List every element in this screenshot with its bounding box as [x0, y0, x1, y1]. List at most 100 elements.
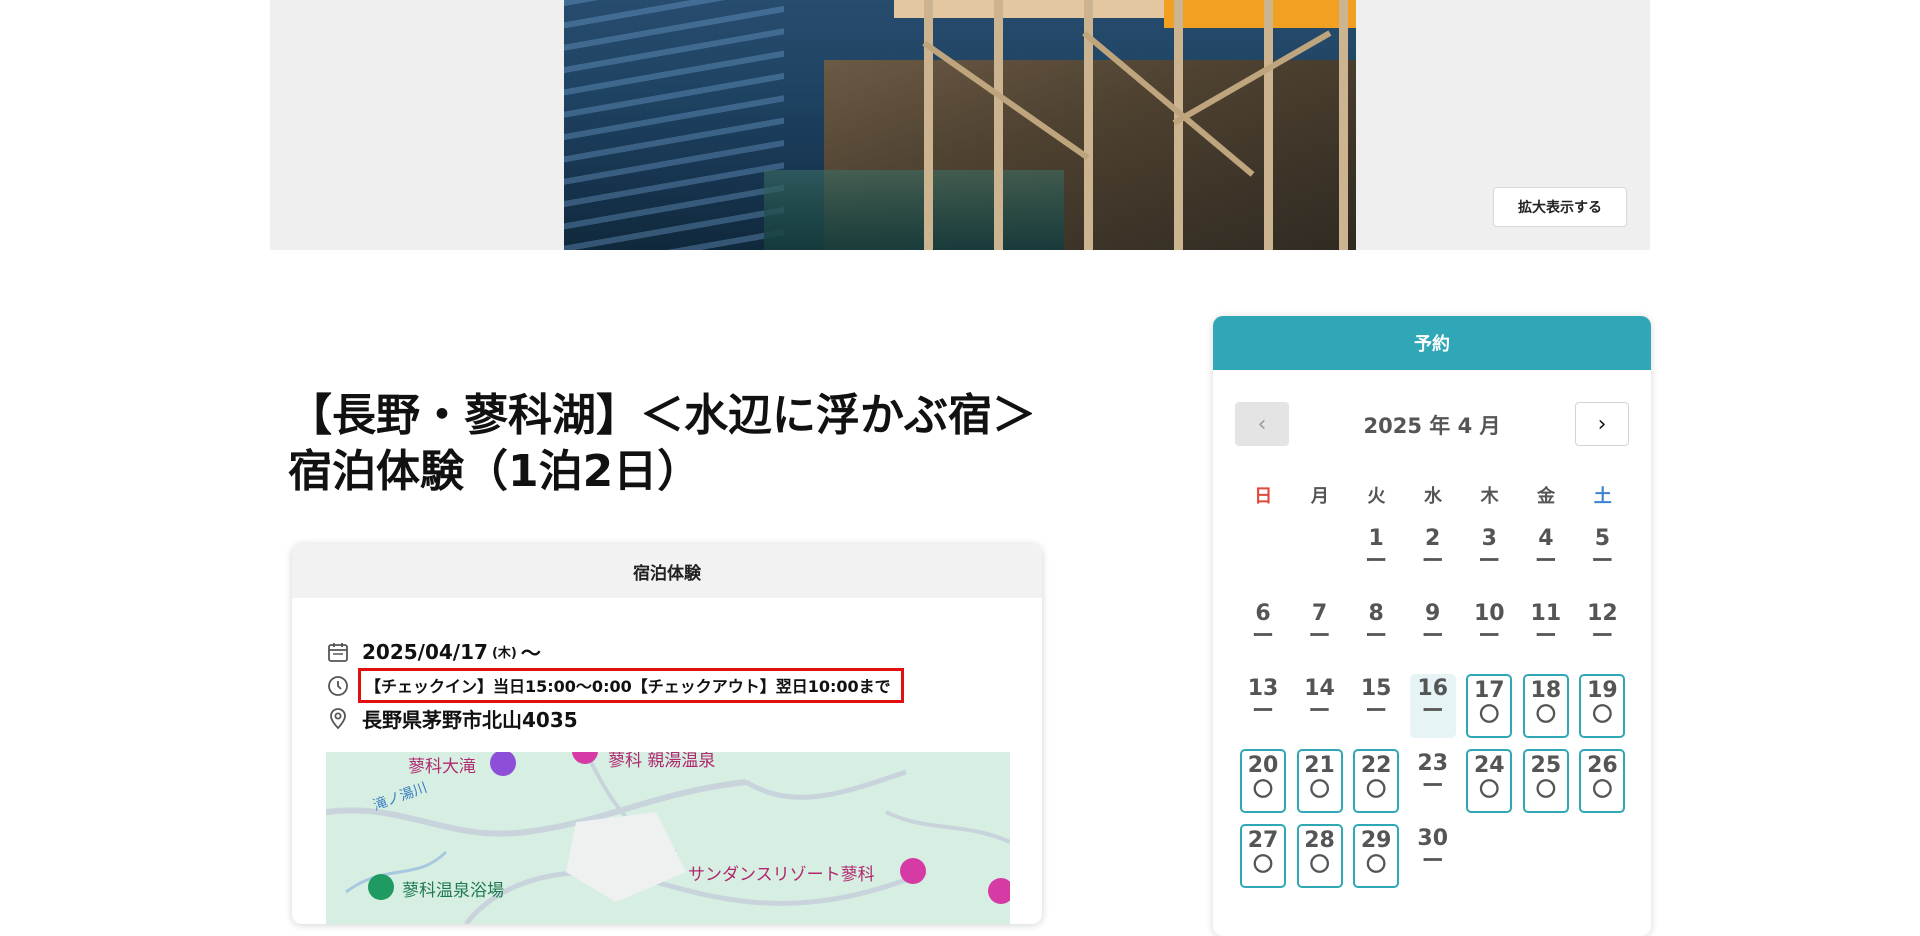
unavailable-dash-icon: ー: [1421, 699, 1444, 724]
calendar-day-available[interactable]: 29 〇: [1353, 824, 1400, 888]
calendar-day-available[interactable]: 27 〇: [1240, 824, 1286, 888]
map-label-waterfall: 蓼科大滝: [408, 757, 476, 777]
day-number: 30: [1417, 826, 1449, 851]
availability-circle-icon: 〇: [1592, 777, 1613, 801]
unavailable-dash-icon: ー: [1591, 624, 1614, 649]
unavailable-dash-icon: ー: [1421, 849, 1444, 874]
calendar-day: 1ー: [1353, 524, 1399, 588]
calendar-day: 6ー: [1240, 599, 1286, 663]
unavailable-dash-icon: ー: [1251, 699, 1274, 724]
unavailable-dash-icon: ー: [1478, 624, 1501, 649]
calendar-day: 15 ー: [1353, 674, 1399, 738]
calendar-day-available[interactable]: 17 〇: [1466, 674, 1513, 738]
calendar-cell: 8ー: [1348, 589, 1405, 664]
day-number: 15: [1360, 676, 1392, 701]
unavailable-dash-icon: ー: [1421, 774, 1444, 799]
weekday-label: 月: [1310, 486, 1329, 507]
day-number: 18: [1530, 678, 1562, 703]
availability-circle-icon: 〇: [1479, 777, 1500, 801]
calendar-day-available[interactable]: 20 〇: [1240, 749, 1286, 813]
availability-circle-icon: 〇: [1366, 777, 1387, 801]
day-number: 16: [1417, 676, 1449, 701]
calendar-cell: 24 〇: [1461, 739, 1518, 814]
calendar-day-available[interactable]: 24 〇: [1466, 749, 1513, 813]
hotel-pin-icon: [900, 858, 926, 884]
day-number: 25: [1530, 753, 1562, 778]
calendar-cell: 29 〇: [1348, 814, 1405, 889]
unavailable-dash-icon: ー: [1365, 549, 1388, 574]
weekday-label: 水: [1423, 486, 1442, 507]
calendar-cell: [1235, 514, 1292, 589]
calendar-cell: 1ー: [1348, 514, 1405, 589]
calendar-cell: 18 〇: [1518, 664, 1575, 739]
calendar-cell: 14 ー: [1292, 664, 1349, 739]
calendar-day-available[interactable]: 25 〇: [1522, 749, 1569, 813]
date-weekday: (木): [491, 646, 517, 661]
next-month-button[interactable]: ›: [1575, 402, 1629, 446]
day-number: 6: [1255, 601, 1271, 626]
day-number: 27: [1247, 828, 1279, 853]
orange-railing: [1164, 0, 1356, 28]
hero-image-area: 拡大表示する: [270, 0, 1650, 250]
calendar-cell: 5ー: [1574, 514, 1631, 589]
weekday-label: 木: [1480, 486, 1499, 507]
reservation-panel: 予約 ‹ 2025 年 4 月 › 日月火水木金土 1ー2ー3ー4ー5ー6ー7ー…: [1213, 316, 1651, 936]
reservation-header: 予約: [1213, 316, 1651, 370]
calendar-day: 5ー: [1579, 524, 1625, 588]
map-label-resort: サンダンスリゾート蓼科: [688, 865, 875, 885]
unavailable-dash-icon: ー: [1534, 624, 1557, 649]
day-number: 22: [1360, 753, 1392, 778]
shallow-water: [764, 170, 1064, 250]
availability-circle-icon: 〇: [1309, 852, 1330, 876]
location-map[interactable]: 蓼科大滝 蓼科 親湯温泉 滝ノ湯川 蓼科温泉浴場 サンダンスリゾート蓼科: [326, 752, 1010, 924]
calendar-day: 8ー: [1353, 599, 1399, 663]
day-number: 5: [1594, 526, 1611, 551]
unavailable-dash-icon: ー: [1421, 624, 1444, 649]
calendar-day-available[interactable]: 22 〇: [1353, 749, 1400, 813]
calendar-cell: 9ー: [1405, 589, 1462, 664]
checkin-checkout-time: 【チェックイン】当日15:00〜0:00【チェックアウト】翌日10:00まで: [358, 668, 904, 703]
availability-circle-icon: 〇: [1366, 852, 1387, 876]
availability-circle-icon: 〇: [1309, 777, 1330, 801]
calendar-cell: [1292, 514, 1349, 589]
deck-post: [924, 0, 933, 250]
hero-photo[interactable]: [564, 0, 1356, 250]
deck-post: [994, 0, 1003, 250]
calendar-cell: 6ー: [1235, 589, 1292, 664]
day-number: 12: [1587, 601, 1618, 626]
calendar-cell: 21 〇: [1292, 739, 1349, 814]
calendar-cell: 10 ー: [1461, 589, 1518, 664]
availability-circle-icon: 〇: [1535, 702, 1556, 726]
day-number: 4: [1538, 526, 1554, 551]
calendar-cell: 22 〇: [1348, 739, 1405, 814]
calendar-day-available[interactable]: 28 〇: [1296, 824, 1343, 888]
calendar-cell: 16 ー: [1405, 664, 1462, 739]
calendar-cell: 30 ー: [1405, 814, 1462, 889]
location-pin-icon: [330, 707, 346, 729]
calendar-day: 2ー: [1410, 524, 1456, 588]
unavailable-dash-icon: ー: [1308, 624, 1331, 649]
calendar-day-available[interactable]: 21 〇: [1296, 749, 1343, 813]
day-number: 23: [1417, 751, 1449, 776]
date-value: 2025/04/17: [362, 639, 488, 664]
calendar-day: 12 ー: [1579, 599, 1625, 663]
calendar-day: 30 ー: [1410, 824, 1456, 888]
day-number: 11: [1530, 601, 1562, 626]
calendar-day-available[interactable]: 18 〇: [1522, 674, 1569, 738]
calendar-cell: 3ー: [1461, 514, 1518, 589]
calendar-day-available[interactable]: 26 〇: [1579, 749, 1626, 813]
calendar-cell: 17 〇: [1461, 664, 1518, 739]
unavailable-dash-icon: ー: [1365, 624, 1388, 649]
unavailable-dash-icon: ー: [1591, 549, 1614, 574]
deck-post: [1264, 0, 1273, 250]
time-row: 【チェックイン】当日15:00〜0:00【チェックアウト】翌日10:00まで: [326, 668, 904, 703]
calendar-cell: 19 〇: [1574, 664, 1631, 739]
calendar-day: 23 ー: [1410, 749, 1456, 813]
day-number: 8: [1368, 601, 1384, 626]
calendar-day-available[interactable]: 19 〇: [1579, 674, 1626, 738]
availability-circle-icon: 〇: [1479, 702, 1500, 726]
zoom-button[interactable]: 拡大表示する: [1493, 187, 1627, 227]
day-number: 13: [1247, 676, 1279, 701]
calendar-grid: 1 ー 2 ー 3 ー 4 ー 5 ー 6 ー 7 ー 8 ー 9 ー 10 ー 11 ー 12 ー 13 ー 14 ー 15 ー 16 ー 1…: [1235, 514, 1631, 889]
card-header: 宿泊体験: [292, 544, 1042, 598]
